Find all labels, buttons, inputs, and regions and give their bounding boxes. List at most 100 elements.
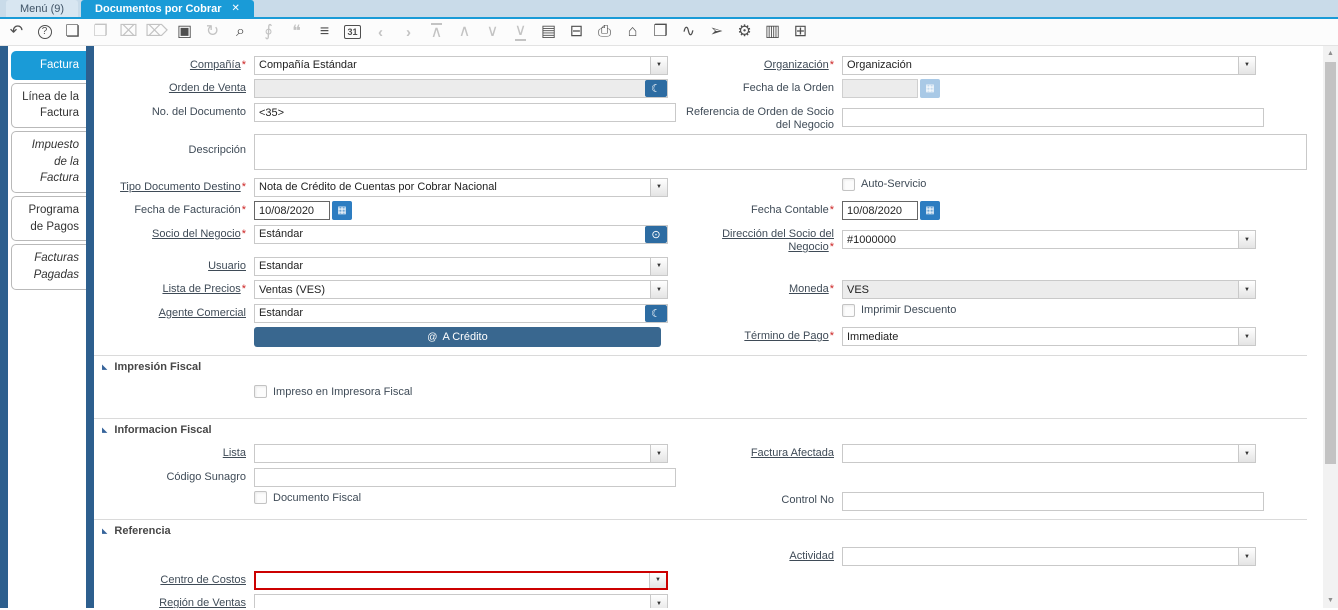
- direccion-socio-dropdown-button[interactable]: ▼: [1238, 231, 1255, 249]
- tab-menu[interactable]: Menú (9): [6, 0, 79, 17]
- no-documento-input[interactable]: [254, 103, 676, 122]
- agente-comercial-search-button[interactable]: ☾: [645, 304, 667, 322]
- socio-negocio-info-button[interactable]: ⊙: [645, 225, 667, 243]
- tipo-documento-field[interactable]: ▼: [254, 177, 668, 197]
- moneda-input: [843, 281, 1238, 299]
- compania-input[interactable]: [255, 56, 650, 74]
- organizacion-field[interactable]: ▼: [842, 55, 1256, 75]
- usuario-field[interactable]: ▼: [254, 256, 668, 276]
- centro-costos-dropdown-button[interactable]: ▼: [649, 572, 666, 588]
- tipo-documento-dropdown-button[interactable]: ▼: [650, 178, 667, 196]
- lista-dropdown-button[interactable]: ▼: [650, 445, 667, 463]
- compania-field[interactable]: ▼: [254, 55, 668, 75]
- fecha-contable-calendar-button[interactable]: ▦: [920, 201, 940, 221]
- documento-fiscal-checkbox[interactable]: [254, 491, 267, 505]
- sidebar-tab-facturas-pagadas[interactable]: Facturas Pagadas: [11, 244, 86, 290]
- lock-icon[interactable]: ⌂: [620, 21, 645, 44]
- fecha-facturacion-field[interactable]: ▦: [254, 201, 352, 221]
- descripcion-label: Descripción: [188, 144, 246, 157]
- agente-comercial-field[interactable]: ☾: [254, 303, 668, 323]
- moneda-dropdown-button[interactable]: ▼: [1238, 281, 1255, 299]
- zoom-across-icon[interactable]: ❒: [648, 21, 673, 44]
- codigo-sunagro-input[interactable]: [254, 468, 676, 488]
- agente-comercial-input[interactable]: [255, 304, 645, 322]
- help-icon[interactable]: ?: [32, 21, 57, 44]
- sidebar-tab-impuesto-de-la-factura[interactable]: Impuesto de la Factura: [11, 131, 86, 194]
- vertical-scrollbar[interactable]: ▲ ▼: [1323, 46, 1338, 608]
- usuario-label: Usuario: [208, 259, 246, 272]
- report-window-icon[interactable]: ⊞: [788, 21, 813, 44]
- referencia-orden-input[interactable]: [842, 107, 1264, 127]
- fecha-contable-input[interactable]: [842, 201, 918, 221]
- actividad-field[interactable]: ▼: [842, 547, 1256, 567]
- usuario-dropdown-button[interactable]: ▼: [650, 257, 667, 275]
- scroll-down-icon[interactable]: ▼: [1327, 597, 1334, 604]
- control-no-input[interactable]: [842, 491, 1264, 511]
- termino-pago-field[interactable]: ▼: [842, 327, 1256, 347]
- section-informacion-fiscal[interactable]: ◣ Informacion Fiscal: [94, 418, 1307, 438]
- section-referencia[interactable]: ◣ Referencia: [94, 519, 1307, 539]
- sidebar-tab-programa-de-pagos[interactable]: Programa de Pagos: [11, 196, 86, 242]
- archive-icon[interactable]: ⊟: [564, 21, 589, 44]
- lista-precios-input[interactable]: [255, 281, 650, 299]
- sidebar-tab-linea-de-la-factura[interactable]: Línea de la Factura: [11, 82, 86, 129]
- report-icon[interactable]: ▤: [536, 21, 561, 44]
- termino-pago-dropdown-button[interactable]: ▼: [1238, 328, 1255, 346]
- fecha-facturacion-input[interactable]: [254, 201, 330, 221]
- chevron-down-icon: ▼: [1244, 236, 1250, 243]
- fecha-facturacion-calendar-button[interactable]: ▦: [332, 201, 352, 221]
- region-ventas-field[interactable]: ▼: [254, 594, 668, 608]
- lista-precios-field[interactable]: ▼: [254, 280, 668, 300]
- actividad-input[interactable]: [843, 548, 1238, 566]
- grid-toggle-icon[interactable]: ≡: [312, 21, 337, 44]
- save-icon[interactable]: ▣: [172, 21, 197, 44]
- orden-venta-search-button[interactable]: ☾: [645, 80, 667, 97]
- tab-documentos-por-cobrar[interactable]: Documentos por Cobrar ✕: [81, 0, 254, 17]
- factura-afectada-dropdown-button[interactable]: ▼: [1238, 445, 1255, 463]
- organizacion-input[interactable]: [843, 56, 1238, 74]
- print-icon[interactable]: ⎙: [592, 21, 617, 44]
- lista-field[interactable]: ▼: [254, 444, 668, 464]
- section-impresion-fiscal[interactable]: ◣ Impresión Fiscal: [94, 355, 1307, 375]
- undo-icon[interactable]: ↶: [4, 21, 29, 44]
- termino-pago-input[interactable]: [843, 328, 1238, 346]
- send-mail-icon[interactable]: ➢: [704, 21, 729, 44]
- compania-dropdown-button[interactable]: ▼: [650, 56, 667, 74]
- region-ventas-dropdown-button[interactable]: ▼: [650, 595, 667, 608]
- auto-servicio-label: Auto-Servicio: [861, 178, 927, 191]
- settings-icon[interactable]: ⚙: [732, 21, 757, 44]
- usuario-input[interactable]: [255, 257, 650, 275]
- sidebar-tab-factura[interactable]: Factura: [11, 51, 86, 80]
- lista-precios-dropdown-button[interactable]: ▼: [650, 281, 667, 299]
- centro-costos-input[interactable]: [256, 572, 649, 588]
- active-tab-label: Documentos por Cobrar: [95, 2, 222, 15]
- direccion-socio-input[interactable]: [843, 231, 1238, 249]
- fecha-contable-field[interactable]: ▦: [842, 201, 940, 221]
- factura-afectada-field[interactable]: ▼: [842, 444, 1256, 464]
- organizacion-dropdown-button[interactable]: ▼: [1238, 56, 1255, 74]
- lista-input[interactable]: [255, 445, 650, 463]
- auto-servicio-checkbox[interactable]: [842, 177, 855, 191]
- socio-negocio-input[interactable]: [255, 225, 645, 243]
- chevron-down-icon: ▼: [656, 62, 662, 68]
- find-icon[interactable]: ⌕: [228, 21, 253, 44]
- archive-viewer-icon[interactable]: ▥: [760, 21, 785, 44]
- region-ventas-input[interactable]: [255, 595, 650, 608]
- actividad-dropdown-button[interactable]: ▼: [1238, 548, 1255, 566]
- descripcion-textarea[interactable]: [254, 134, 1307, 171]
- socio-negocio-field[interactable]: ⊙: [254, 224, 668, 244]
- imprimir-descuento-checkbox[interactable]: [842, 303, 855, 317]
- direccion-socio-field[interactable]: ▼: [842, 230, 1256, 250]
- tipo-documento-input[interactable]: [255, 178, 650, 196]
- inner-panel-strip: [86, 46, 94, 608]
- scroll-up-icon[interactable]: ▲: [1327, 50, 1334, 57]
- new-record-icon[interactable]: ❏: [60, 21, 85, 44]
- impreso-fiscal-checkbox[interactable]: [254, 385, 267, 399]
- workflow-icon[interactable]: ∿: [676, 21, 701, 44]
- calendar-icon[interactable]: 31: [340, 21, 365, 44]
- scrollbar-thumb[interactable]: [1325, 62, 1336, 464]
- close-tab-icon[interactable]: ✕: [232, 3, 240, 14]
- factura-afectada-input[interactable]: [843, 445, 1238, 463]
- a-credito-button[interactable]: @ A Crédito: [254, 327, 661, 348]
- centro-costos-field[interactable]: ▼: [254, 570, 668, 590]
